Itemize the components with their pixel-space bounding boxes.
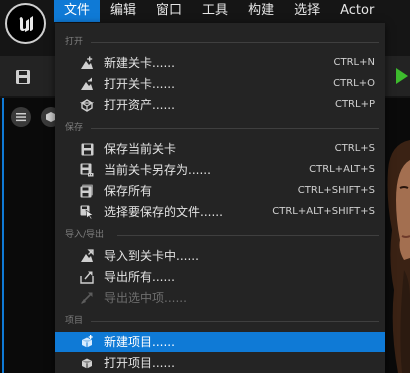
viewport-portrait-image [384, 140, 410, 373]
save-toolbar-button[interactable] [10, 67, 36, 87]
open-project-icon [79, 355, 95, 371]
menu-window[interactable]: 窗口 [146, 0, 192, 22]
menu-item-shortcut: CTRL+ALT+S [309, 164, 375, 175]
menu-item-shortcut: CTRL+O [333, 78, 375, 89]
menu-item-save-all[interactable]: 保存所有 CTRL+SHIFT+S [55, 181, 385, 201]
menu-item-export-all[interactable]: 导出所有...... [55, 267, 385, 287]
menu-item-label: 导入到关卡中...... [104, 249, 199, 263]
menu-tools[interactable]: 工具 [192, 0, 238, 22]
menu-item-save-current-level[interactable]: 保存当前关卡 CTRL+S [55, 139, 385, 159]
section-open-header: 打开 [55, 35, 385, 49]
menu-item-label: 打开关卡...... [104, 77, 175, 91]
export-selected-icon [79, 290, 95, 306]
new-level-icon [79, 55, 95, 71]
menu-file[interactable]: 文件 [54, 0, 101, 22]
menu-item-open-asset[interactable]: 打开资产...... CTRL+P [55, 95, 385, 115]
unreal-logo-icon[interactable] [5, 3, 46, 44]
menu-item-label: 导出所有...... [104, 270, 175, 284]
section-divider [91, 42, 379, 43]
menu-select[interactable]: 选择 [284, 0, 330, 22]
menu-item-shortcut: CTRL+N [333, 57, 375, 68]
menu-item-shortcut: CTRL+P [334, 99, 375, 110]
save-icon [16, 70, 30, 84]
character-portrait-icon [384, 140, 410, 373]
menu-item-open-level[interactable]: 打开关卡...... CTRL+O [55, 74, 385, 94]
import-icon [79, 248, 95, 264]
menu-item-label: 保存所有 [104, 184, 153, 198]
export-icon [79, 269, 95, 285]
section-title: 项目 [65, 316, 84, 326]
section-title: 打开 [65, 37, 84, 47]
menu-item-shortcut: CTRL+S [334, 143, 375, 154]
new-project-icon [79, 334, 95, 350]
menu-item-export-selected[interactable]: 导出选中项...... [55, 288, 385, 308]
section-divider [91, 321, 379, 322]
menu-build[interactable]: 构建 [238, 0, 284, 22]
menu-item-import-into-level[interactable]: 导入到关卡中...... [55, 246, 385, 266]
menu-item-open-project[interactable]: 打开项目...... [55, 353, 385, 373]
menu-item-shortcut: CTRL+SHIFT+S [297, 185, 375, 196]
save-icon [79, 141, 95, 157]
choose-files-icon [79, 204, 95, 220]
play-icon [396, 68, 408, 84]
save-all-icon [79, 183, 95, 199]
hamburger-icon [16, 113, 26, 122]
section-import-export-header: 导入/导出 [55, 228, 385, 242]
menu-item-new-project[interactable]: 新建项目...... [55, 332, 385, 352]
play-button[interactable] [392, 65, 410, 87]
section-title: 保存 [65, 123, 84, 133]
open-level-icon [79, 76, 95, 92]
menu-item-choose-files-to-save[interactable]: 选择要保存的文件...... CTRL+ALT+SHIFT+S [55, 202, 385, 222]
open-asset-icon [79, 97, 95, 113]
menu-item-label: 打开资产...... [104, 98, 175, 112]
menu-item-new-level[interactable]: 新建关卡...... CTRL+N [55, 53, 385, 73]
viewport-options-button[interactable] [11, 107, 31, 127]
section-divider [91, 128, 379, 129]
section-title: 导入/导出 [65, 230, 105, 240]
section-project-header: 项目 [55, 314, 385, 328]
menu-item-label: 导出选中项...... [104, 291, 187, 305]
viewport-focus-border [2, 98, 4, 373]
save-as-icon [79, 162, 95, 178]
menu-edit[interactable]: 编辑 [100, 0, 146, 22]
file-menu-dropdown: 打开 新建关卡...... CTRL+N 打开关卡...... CTRL+O 打… [55, 23, 385, 373]
unreal-logo-glyph [19, 15, 33, 32]
menu-actor[interactable]: Actor [330, 0, 384, 22]
menu-item-label: 新建项目...... [104, 335, 175, 349]
menu-item-label: 保存当前关卡 [104, 142, 177, 156]
menu-item-label: 新建关卡...... [104, 56, 175, 70]
menu-item-save-level-as[interactable]: 当前关卡另存为...... CTRL+ALT+S [55, 160, 385, 180]
menu-item-label: 打开项目...... [104, 356, 175, 370]
menu-item-label: 选择要保存的文件...... [104, 205, 223, 219]
menu-item-label: 当前关卡另存为...... [104, 163, 211, 177]
section-save-header: 保存 [55, 121, 385, 135]
section-divider [117, 235, 379, 236]
menu-item-shortcut: CTRL+ALT+SHIFT+S [272, 206, 375, 217]
main-menu-bar: 文件 编辑 窗口 工具 构建 选择 Actor [54, 0, 384, 22]
